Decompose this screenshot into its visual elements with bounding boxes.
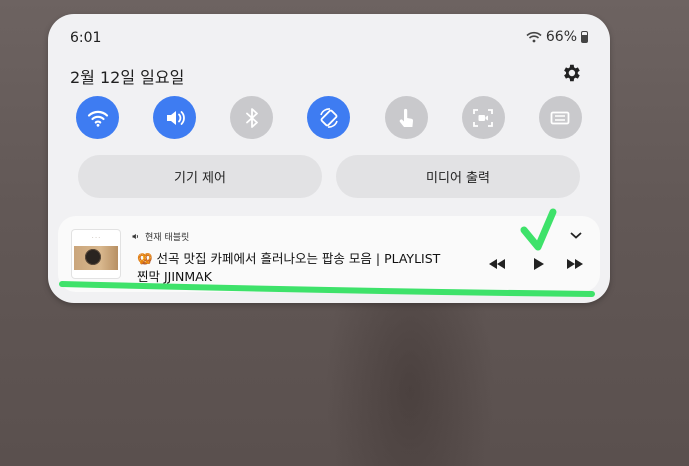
next-track-icon[interactable] [565,256,585,272]
chevron-down-icon[interactable] [569,230,583,240]
bluetooth-toggle[interactable] [230,96,274,139]
quick-panel: 6:01 66% 2월 12일 일요일 기기 제어 미디어 출력 · · · 현… [48,14,610,303]
keyboard-toggle[interactable] [538,96,582,139]
touch-icon [399,108,414,127]
sound-toggle[interactable] [153,96,197,139]
quick-toggles-row [76,96,582,139]
keyboard-icon [551,111,570,124]
play-icon[interactable] [528,256,548,272]
screen-record-icon [473,108,494,127]
bluetooth-icon [245,107,258,128]
vinyl-record-graphic [85,249,101,265]
touch-toggle[interactable] [384,96,428,139]
speaker-icon [166,110,185,125]
date-label: 2월 12일 일요일 [70,68,185,87]
battery-level: 66% [545,29,577,45]
output-device: 현재 태블릿 [131,230,189,243]
album-art-caption: · · · [92,235,100,241]
status-icons: 66% [526,29,588,45]
battery-icon [581,31,588,43]
song-title: 🥨 선곡 맛집 카페에서 흘러나오는 팝송 모음 | PLAYLIST [137,251,441,266]
song-artist: 찐막 JJINMAK [137,269,212,284]
screen-recorder-toggle[interactable] [461,96,505,139]
speaker-small-icon [132,233,138,240]
wifi-icon [87,110,108,127]
rotate-icon [320,107,338,128]
wifi-status-icon [526,31,542,43]
media-output-button[interactable]: 미디어 출력 [336,155,580,198]
status-time: 6:01 [70,30,102,46]
album-art: · · · [71,229,121,279]
device-control-button[interactable]: 기기 제어 [78,155,322,198]
media-player-card[interactable]: · · · 현재 태블릿 🥨 선곡 맛집 카페에서 흘러나오는 팝송 모음 | … [58,216,600,292]
settings-gear-icon[interactable] [560,62,582,84]
output-device-label: 현재 태블릿 [145,233,190,243]
auto-rotate-toggle[interactable] [307,96,351,139]
wifi-toggle[interactable] [76,96,119,139]
previous-track-icon[interactable] [487,256,507,272]
